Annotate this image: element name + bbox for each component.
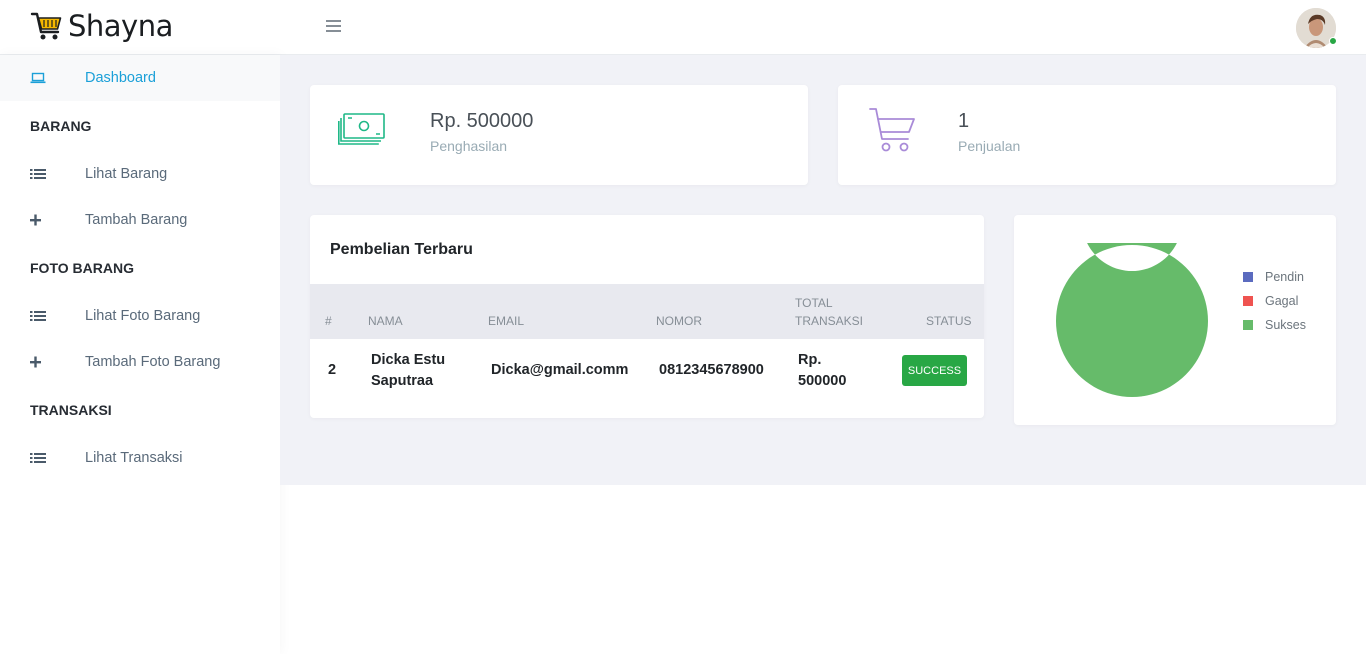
sidebar-item-label: Tambah Barang (85, 212, 188, 228)
row-total-amount: 500000 (798, 373, 847, 389)
row-nama-last: Saputraa (371, 373, 434, 389)
sales-value: 1 (958, 110, 970, 132)
sidebar-item-label: Lihat Barang (85, 166, 168, 182)
user-avatar-button[interactable] (1296, 8, 1337, 48)
sidebar-item-lihat-foto-barang[interactable]: Lihat Foto Barang (0, 293, 280, 339)
plus-icon (30, 356, 41, 368)
sidebar-item-label: Lihat Foto Barang (85, 308, 201, 324)
sales-label: Penjualan (958, 138, 1021, 154)
legend-label: Sukses (1265, 318, 1306, 332)
top-header: Shayna (0, 0, 1366, 55)
column-header-email: EMAIL (488, 314, 525, 328)
donut-slice-sukses (1056, 243, 1208, 397)
income-label: Penghasilan (430, 138, 508, 154)
section-title-barang: BARANG (30, 118, 92, 134)
legend-swatch (1243, 296, 1253, 306)
brand[interactable]: Shayna (30, 9, 173, 43)
column-header-transaksi: TRANSAKSI (795, 314, 864, 328)
recent-purchases-card: Pembelian Terbaru # NAMA EMAIL NOMOR TOT… (310, 215, 984, 418)
hamburger-icon (326, 20, 341, 22)
sidebar-item-lihat-barang[interactable]: Lihat Barang (0, 151, 280, 197)
column-header-total: TOTAL (795, 296, 833, 310)
section-title-foto-barang: FOTO BARANG (30, 260, 134, 276)
legend-swatch (1243, 320, 1253, 330)
shopping-cart-icon (869, 108, 915, 152)
sidebar-item-lihat-transaksi[interactable]: Lihat Transaksi (0, 435, 280, 481)
table-header: # NAMA EMAIL NOMOR TOTAL TRANSAKSI STATU… (310, 284, 984, 339)
list-icon (30, 169, 46, 179)
cart-logo-icon (30, 12, 62, 40)
money-icon (338, 113, 385, 145)
legend-swatch (1243, 272, 1253, 282)
legend-label: Pendin (1265, 270, 1304, 284)
column-header-nomor: NOMOR (656, 314, 702, 328)
status-chart-card: Pendin Gagal Sukses (1014, 215, 1336, 425)
sidebar-item-tambah-foto-barang[interactable]: Tambah Foto Barang (0, 339, 280, 385)
list-icon (30, 311, 46, 321)
section-title-transaksi: TRANSAKSI (30, 402, 112, 418)
row-nama-first: Dicka Estu (371, 352, 446, 368)
row-no: 2 (328, 362, 337, 378)
recent-purchases-title: Pembelian Terbaru (330, 241, 473, 258)
column-header-nama: NAMA (368, 314, 403, 328)
sidebar-item-label: Tambah Foto Barang (85, 354, 221, 370)
column-header-no: # (325, 314, 332, 328)
legend-item-sukses: Sukses (1243, 318, 1306, 332)
sales-card: 1 Penjualan (838, 85, 1336, 185)
legend-item-pendin: Pendin (1243, 270, 1304, 284)
income-value: Rp. 500000 (430, 110, 534, 132)
column-header-status: STATUS (926, 314, 972, 328)
brand-name: Shayna (68, 9, 173, 43)
status-donut-chart (1056, 243, 1208, 397)
sidebar: Dashboard BARANG Lihat Barang Tambah Bar… (0, 55, 280, 654)
row-email: Dicka@gmail.comm (491, 362, 629, 378)
row-total-currency: Rp. (798, 352, 822, 368)
sidebar-item-tambah-barang[interactable]: Tambah Barang (0, 197, 280, 243)
legend-label: Gagal (1265, 294, 1299, 308)
income-card: Rp. 500000 Penghasilan (310, 85, 808, 185)
sidebar-item-dashboard[interactable]: Dashboard (0, 55, 280, 101)
plus-icon (30, 214, 41, 226)
sidebar-item-label: Lihat Transaksi (85, 450, 183, 466)
status-badge[interactable]: SUCCESS (902, 355, 967, 386)
legend-item-gagal: Gagal (1243, 294, 1298, 308)
online-status-dot (1329, 37, 1337, 45)
row-nomor: 0812345678900 (659, 362, 764, 378)
sidebar-item-label: Dashboard (85, 70, 156, 86)
laptop-icon (30, 72, 46, 84)
list-icon (30, 453, 46, 463)
menu-toggle-button[interactable] (326, 20, 341, 34)
